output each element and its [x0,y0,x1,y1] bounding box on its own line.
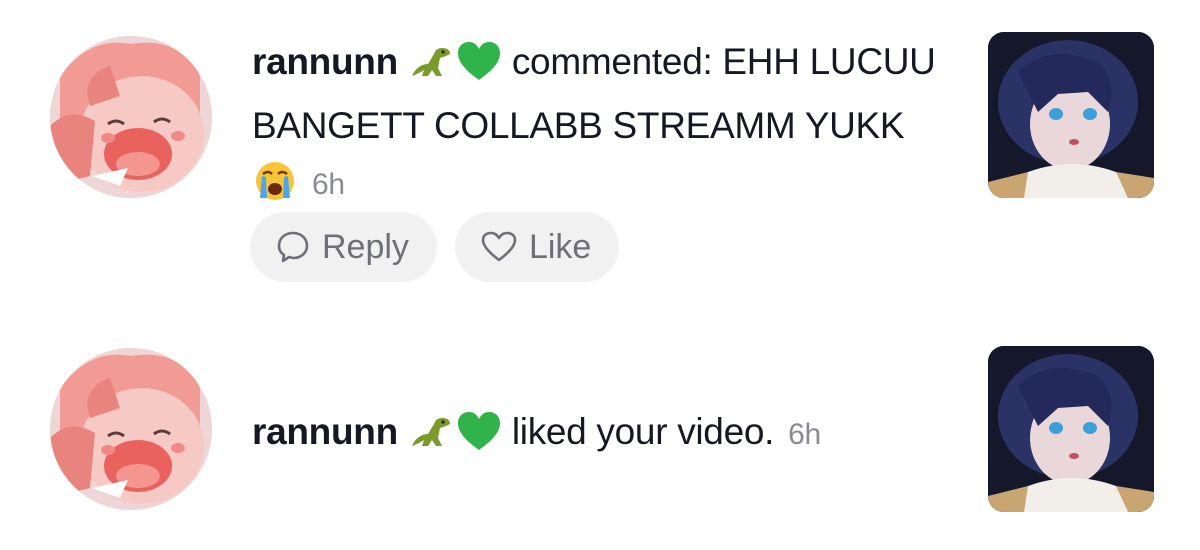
reply-label: Reply [322,227,409,266]
speech-bubble-icon [277,231,309,263]
heart-outline-icon [481,231,517,262]
t-rex-emoji [410,42,454,98]
thumbnail-image [988,346,1154,512]
t-rex-emoji [410,412,454,468]
username[interactable]: rannunn [252,41,398,82]
like-label: Like [528,227,592,266]
green-heart-emoji [457,412,500,468]
avatar[interactable] [50,348,212,510]
video-thumbnail[interactable] [988,32,1154,198]
username[interactable]: rannunn [252,411,398,452]
like-button[interactable]: Like [454,212,620,282]
video-thumbnail[interactable] [988,346,1154,512]
notification-like[interactable]: rannunn liked your video. 6h [0,300,1200,550]
loudly-crying-face-emoji [254,160,296,218]
notification-comment[interactable]: rannunn commented: EHH LUCUU BANGETT COL… [0,0,1200,300]
notification-text: rannunn commented: EHH LUCUU BANGETT COL… [252,34,952,218]
comment-actions: Reply Like [250,212,620,282]
timestamp: 6h [311,168,345,201]
avatar-image [50,348,212,510]
avatar-image [50,36,212,198]
notification-text: rannunn liked your video. 6h [252,404,952,468]
like-text: liked your video. [511,411,775,452]
reply-button[interactable]: Reply [250,212,437,282]
thumbnail-image [988,32,1154,198]
avatar[interactable] [50,36,212,198]
green-heart-emoji [457,42,500,98]
timestamp: 6h [788,418,821,451]
